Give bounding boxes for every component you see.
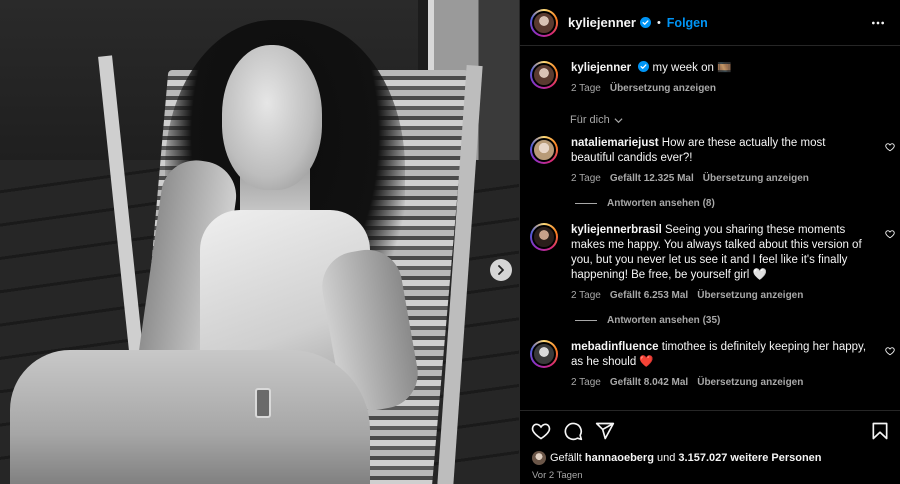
follow-button[interactable]: Folgen — [667, 16, 708, 30]
view-replies-button[interactable]: Antworten ansehen (35) — [520, 315, 900, 326]
comment-item: kyliejennerbrasil Seeing you sharing the… — [520, 223, 900, 301]
comment-username[interactable]: mebadinfluence — [571, 341, 659, 353]
replies-line — [575, 203, 597, 204]
likes-prefix: Gefällt — [550, 452, 582, 464]
replies-line — [575, 320, 597, 321]
translate-link[interactable]: Übersetzung anzeigen — [697, 377, 803, 388]
comment-age: 2 Tage — [571, 377, 601, 388]
caption-text: my week on 🎞️ — [652, 62, 732, 74]
view-replies-label: Antworten ansehen (8) — [607, 198, 715, 209]
author-avatar[interactable] — [530, 61, 558, 89]
post-timestamp: Vor 2 Tagen — [532, 470, 583, 481]
likes-summary[interactable]: Gefällt hannaoeberg und 3.157.027 weiter… — [520, 441, 900, 465]
post-actions: Gefällt hannaoeberg und 3.157.027 weiter… — [520, 410, 900, 484]
more-options-button[interactable] — [866, 11, 890, 35]
face — [222, 45, 322, 190]
commenter-avatar[interactable] — [530, 136, 558, 164]
filter-label: Für dich — [570, 114, 610, 126]
chevron-right-icon — [498, 265, 504, 275]
comment-age: 2 Tage — [571, 173, 601, 184]
comment-age: 2 Tage — [571, 290, 601, 301]
likes-count[interactable]: 3.157.027 weitere Personen — [678, 452, 821, 464]
chevron-down-icon — [614, 117, 623, 123]
comment-item: nataliemariejust How are these actually … — [520, 136, 900, 184]
carousel-next-button[interactable] — [490, 259, 512, 281]
post-header: kyliejenner • Folgen — [520, 0, 900, 46]
view-replies-button[interactable]: Antworten ansehen (8) — [520, 198, 900, 209]
translate-link[interactable]: Übersetzung anzeigen — [610, 83, 716, 94]
post-side-panel: kyliejenner • Folgen kyliejenner my week… — [519, 0, 900, 484]
caption-age: 2 Tage — [571, 83, 601, 94]
likes-middle: und — [657, 452, 676, 464]
translate-link[interactable]: Übersetzung anzeigen — [697, 290, 803, 301]
post-image[interactable] — [0, 0, 519, 484]
heart-icon[interactable] — [885, 229, 895, 239]
bookmark-icon[interactable] — [870, 421, 890, 441]
verified-badge-icon — [639, 17, 651, 28]
author-username[interactable]: kyliejenner — [568, 15, 636, 30]
liker-username[interactable]: hannaoeberg — [585, 452, 654, 464]
commenter-avatar[interactable] — [530, 340, 558, 368]
heart-icon[interactable] — [885, 346, 895, 356]
heart-icon[interactable] — [531, 421, 551, 441]
verified-badge-icon — [638, 61, 650, 72]
comment-likes[interactable]: Gefällt 6.253 Mal — [610, 290, 688, 301]
comment-username[interactable]: nataliemariejust — [571, 137, 659, 149]
post-caption: kyliejenner my week on 🎞️ 2 Tage Überset… — [520, 47, 900, 94]
liker-avatar — [532, 451, 546, 465]
comment-username[interactable]: kyliejennerbrasil — [571, 224, 662, 236]
comment-icon[interactable] — [563, 421, 583, 441]
comment-item: mebadinfluence timothee is definitely ke… — [520, 340, 900, 388]
comment-filter-dropdown[interactable]: Für dich — [520, 94, 900, 126]
view-replies-label: Antworten ansehen (35) — [607, 315, 721, 326]
commenter-avatar[interactable] — [530, 223, 558, 251]
caption-username[interactable]: kyliejenner — [571, 62, 631, 74]
more-icon — [872, 21, 884, 24]
share-icon[interactable] — [595, 421, 615, 441]
comment-likes[interactable]: Gefällt 8.042 Mal — [610, 377, 688, 388]
separator-dot: • — [656, 16, 661, 29]
legs — [10, 350, 370, 484]
comments-section[interactable]: kyliejenner my week on 🎞️ 2 Tage Überset… — [520, 47, 900, 409]
author-avatar[interactable] — [530, 8, 558, 37]
comment-likes[interactable]: Gefällt 12.325 Mal — [610, 173, 694, 184]
translate-link[interactable]: Übersetzung anzeigen — [703, 173, 809, 184]
heart-icon[interactable] — [885, 142, 895, 152]
watch — [255, 388, 271, 418]
